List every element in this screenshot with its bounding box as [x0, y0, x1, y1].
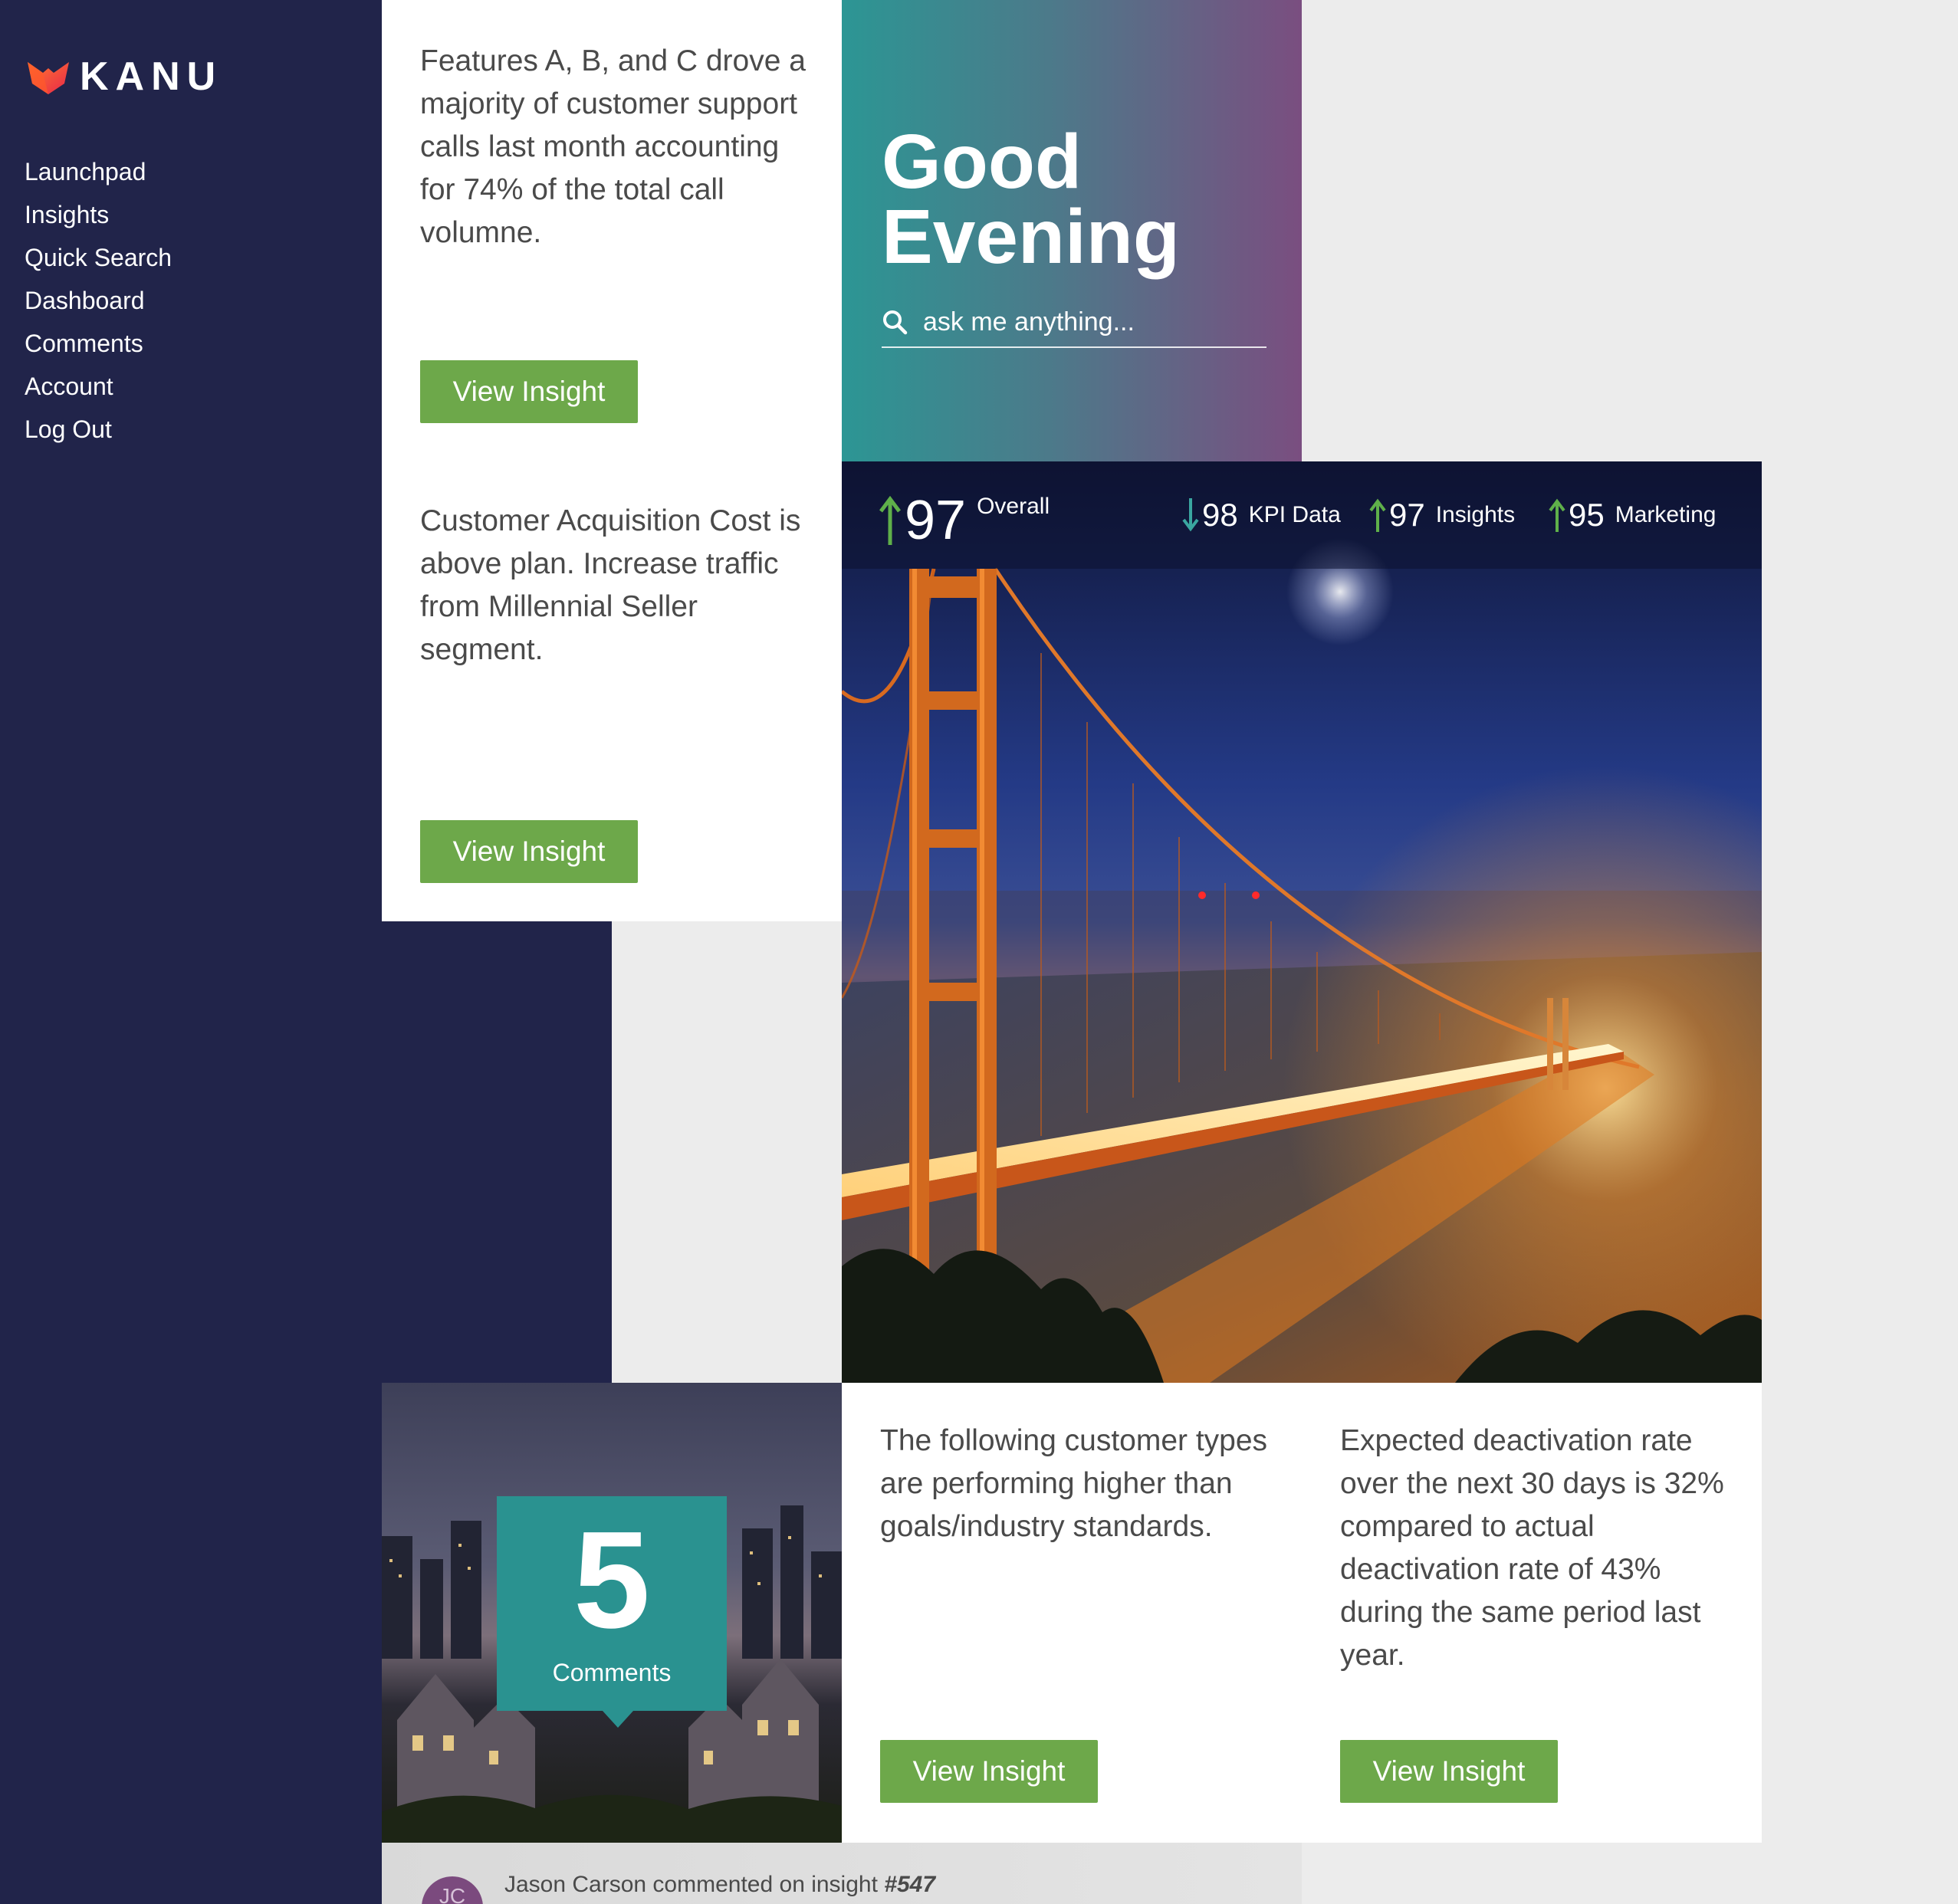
sidebar-background	[0, 1383, 382, 1904]
insight-card: Expected deactivation rate over the next…	[1302, 1383, 1762, 1843]
greeting-title: Good Evening	[882, 119, 1180, 280]
kpi-label: Insights	[1435, 502, 1516, 527]
kpi-label: KPI Data	[1248, 502, 1341, 527]
nav-item-dashboard[interactable]: Dashboard	[25, 279, 172, 322]
arrow-up-icon	[879, 496, 901, 545]
sidebar-nav: Launchpad Insights Quick Search Dashboar…	[25, 150, 172, 451]
insight-card: Features A, B, and C drove a majority of…	[382, 0, 842, 461]
greeting-line-1: Good	[882, 119, 1082, 205]
view-insight-button[interactable]: View Insight	[420, 820, 638, 883]
nav-item-comments[interactable]: Comments	[25, 322, 172, 365]
brand-name: KANU	[80, 54, 223, 99]
search-input[interactable]	[923, 307, 1245, 337]
insight-card: Customer Acquisition Cost is above plan.…	[382, 461, 842, 921]
kpi-overall[interactable]: 97 Overall	[879, 489, 1050, 552]
nav-item-log-out[interactable]: Log Out	[25, 408, 172, 451]
arrow-down-icon	[1182, 498, 1199, 532]
kpi-label: Overall	[977, 494, 1050, 519]
insight-link[interactable]: #547	[884, 1872, 935, 1897]
kpi-marketing[interactable]: 95 Marketing	[1549, 497, 1716, 533]
view-insight-button[interactable]: View Insight	[1340, 1740, 1558, 1803]
bridge-illustration	[842, 461, 1762, 1383]
comments-label: Comments	[552, 1659, 672, 1686]
logo[interactable]: KANU	[26, 54, 222, 100]
nav-item-insights[interactable]: Insights	[25, 193, 172, 236]
insight-card: The following customer types are perform…	[842, 1383, 1302, 1843]
avatar: JC	[422, 1876, 483, 1904]
arrow-up-icon	[1549, 498, 1565, 532]
golden-gate-bridge-photo	[842, 461, 1762, 1383]
search-bar[interactable]	[882, 297, 1266, 348]
arrow-up-icon	[1369, 498, 1386, 532]
insight-text: Expected deactivation rate over the next…	[1340, 1424, 1724, 1672]
badge-pointer	[603, 1711, 633, 1728]
kanu-logo-icon	[28, 62, 69, 94]
insight-text: Customer Acquisition Cost is above plan.…	[420, 504, 801, 666]
insight-text: The following customer types are perform…	[880, 1424, 1268, 1543]
activity-message: Jason Carson commented on insight	[504, 1872, 885, 1897]
activity-text: Jason Carson commented on insight #547	[504, 1872, 935, 1898]
kpi-kpi-data[interactable]: 98 KPI Data	[1182, 497, 1341, 533]
kpi-insights[interactable]: 97 Insights	[1369, 497, 1515, 533]
nav-item-account[interactable]: Account	[25, 365, 172, 408]
greeting-panel: Good Evening	[842, 0, 1302, 461]
kpi-value: 97	[1389, 497, 1425, 533]
greeting-line-2: Evening	[882, 194, 1180, 280]
search-icon	[883, 310, 908, 335]
nav-item-quick-search[interactable]: Quick Search	[25, 236, 172, 279]
kpi-value: 95	[1569, 497, 1605, 533]
sidebar	[0, 0, 382, 921]
view-insight-button[interactable]: View Insight	[420, 360, 638, 423]
comments-count: 5	[573, 1503, 651, 1657]
activity-feed-item[interactable]: JC Jason Carson commented on insight #54…	[382, 1843, 1302, 1904]
kpi-label: Marketing	[1615, 502, 1717, 527]
kpi-value: 98	[1202, 497, 1238, 533]
nav-item-launchpad[interactable]: Launchpad	[25, 150, 172, 193]
comments-count-badge[interactable]: 5 Comments	[497, 1496, 727, 1711]
view-insight-button[interactable]: View Insight	[880, 1740, 1098, 1803]
insight-text: Features A, B, and C drove a majority of…	[420, 44, 806, 249]
kpi-summary: 97 Overall 98 KPI Data 97 Insights 95 Ma…	[842, 461, 1762, 569]
sidebar-background	[0, 921, 612, 1383]
kpi-value: 97	[905, 490, 967, 551]
